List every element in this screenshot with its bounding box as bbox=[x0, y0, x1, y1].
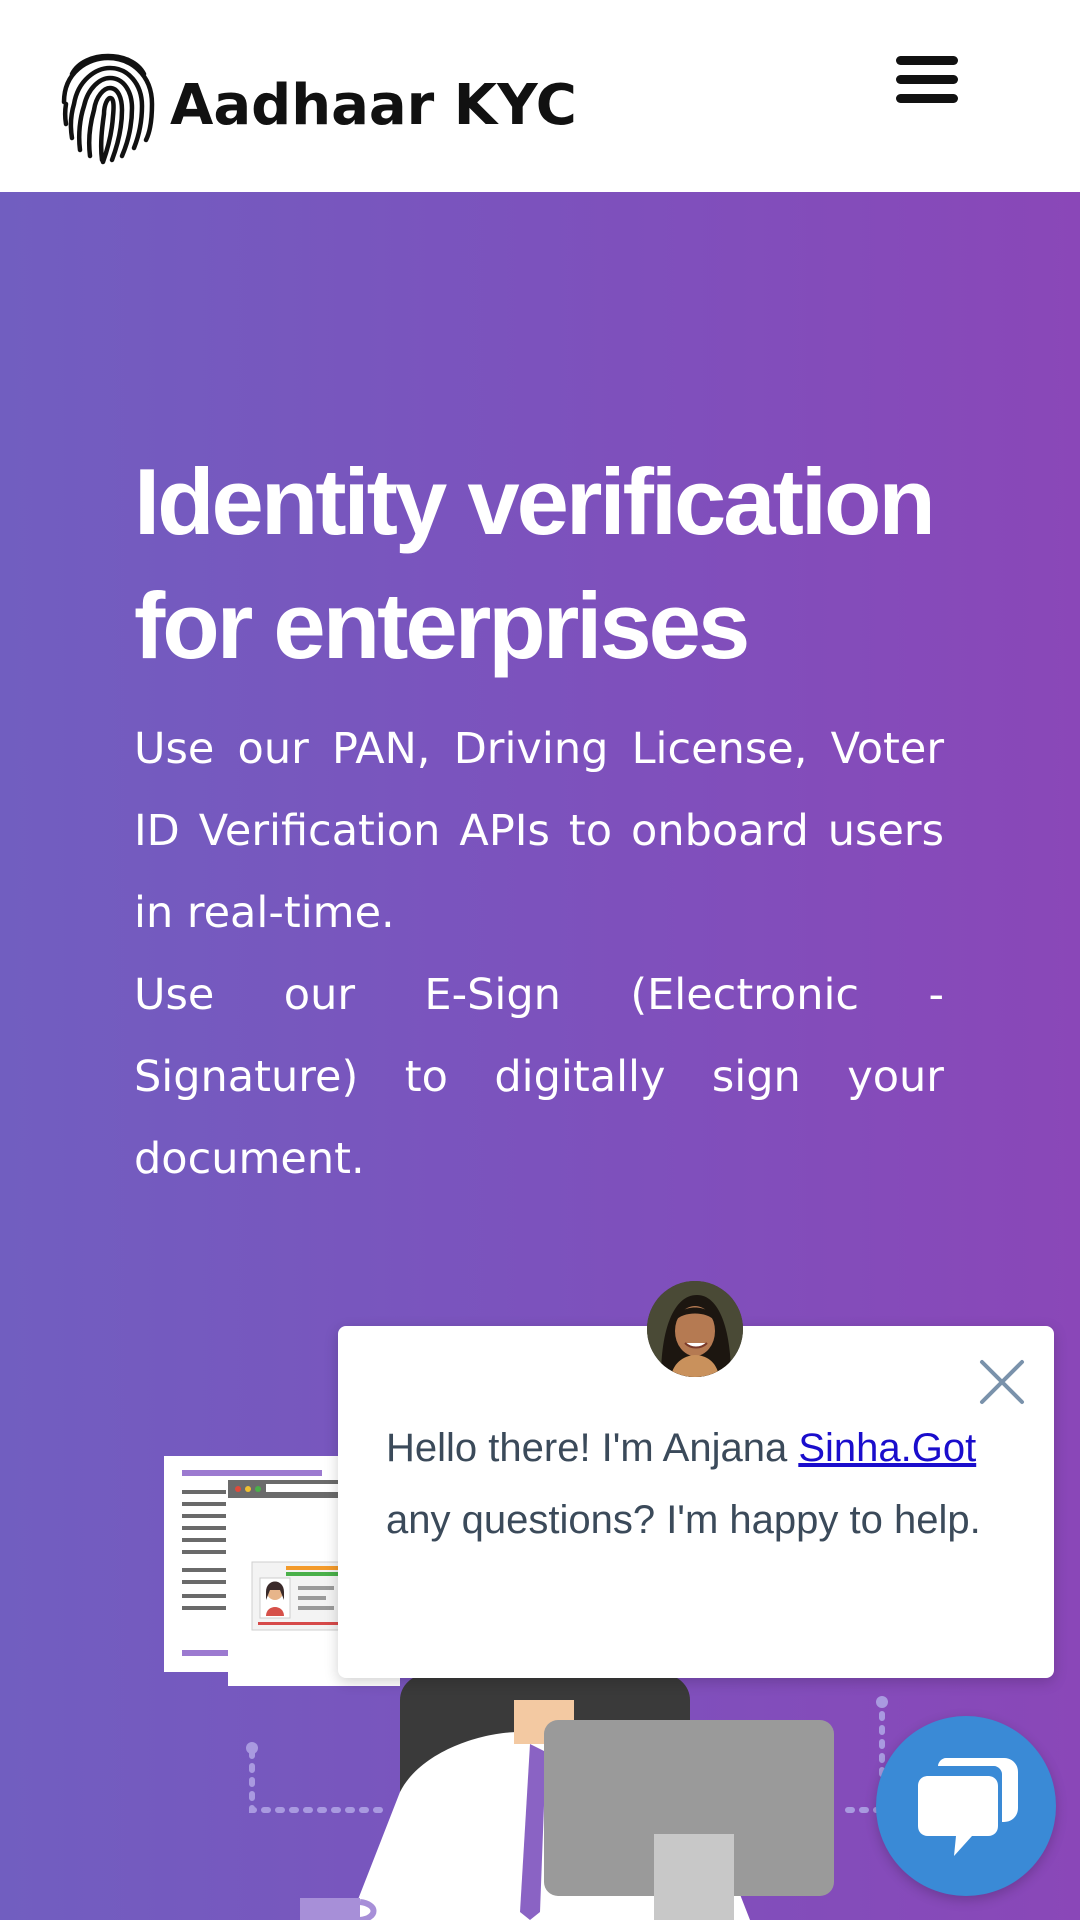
chat-message-start: Hello there! I'm Anjana bbox=[386, 1426, 799, 1470]
fingerprint-icon bbox=[61, 53, 155, 165]
hero-paragraph-2: Use our E-Sign (Electronic -Signature) t… bbox=[134, 970, 944, 1184]
agent-avatar bbox=[647, 1281, 743, 1377]
chat-launcher-button[interactable] bbox=[876, 1716, 1056, 1896]
brand-name: Aadhaar KYC bbox=[170, 72, 577, 138]
hero-title: Identity verification for enterprises bbox=[134, 449, 936, 678]
chat-agent-link[interactable]: Sinha.Got bbox=[798, 1426, 976, 1470]
hero-description: Use our PAN, Driving License, Voter ID V… bbox=[134, 708, 944, 1200]
close-icon[interactable] bbox=[976, 1356, 1028, 1408]
chat-message-end: any questions? I'm happy to help. bbox=[386, 1498, 981, 1542]
chat-message: Hello there! I'm Anjana Sinha.Got any qu… bbox=[386, 1412, 986, 1556]
site-header: Aadhaar KYC bbox=[0, 0, 1080, 192]
brand-logo[interactable]: Aadhaar KYC bbox=[58, 44, 577, 166]
hero-paragraph-1: Use our PAN, Driving License, Voter ID V… bbox=[134, 724, 944, 938]
chat-bubble-icon bbox=[918, 1758, 1018, 1856]
hamburger-menu-icon[interactable] bbox=[890, 52, 964, 108]
